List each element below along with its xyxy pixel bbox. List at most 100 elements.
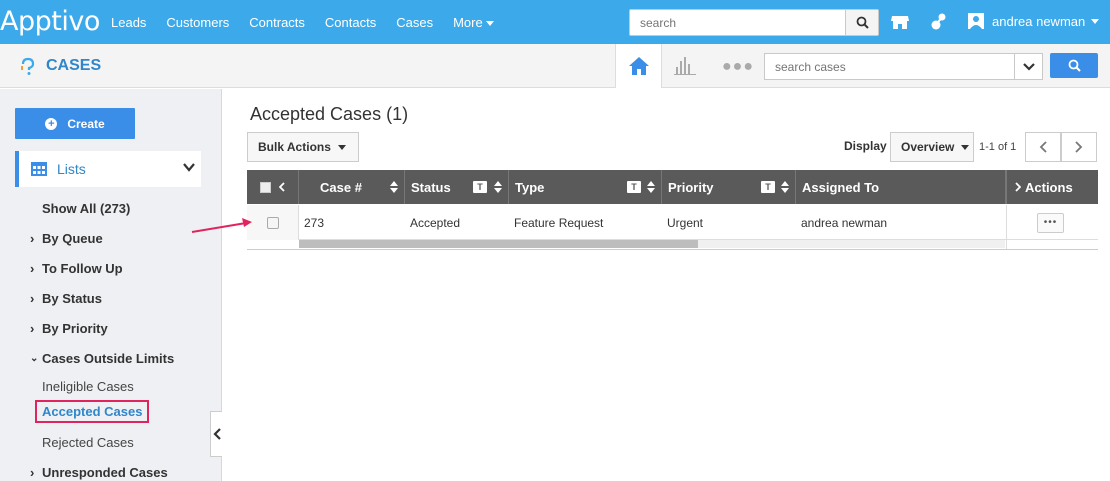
nav-contacts[interactable]: Contacts <box>325 15 376 30</box>
annotation-arrow <box>191 218 252 233</box>
sidebar-group-label: To Follow Up <box>42 261 123 276</box>
page-title: Accepted Cases (1) <box>250 104 409 124</box>
lists-section-header[interactable]: Lists <box>15 151 201 187</box>
cell-assigned-to: andrea newman <box>801 215 888 230</box>
sidebar-item-rejected-cases[interactable]: Rejected Cases <box>42 435 134 450</box>
row-actions-button[interactable]: ••• <box>1037 212 1064 233</box>
collapse-sidebar-button[interactable] <box>210 411 222 457</box>
table-row[interactable]: 273 Accepted Feature Request Urgent andr… <box>247 205 1098 240</box>
chevron-down-icon: ⌄ <box>30 353 39 364</box>
sidebar-group-unresponded-cases[interactable]: › Unresponded Cases <box>30 465 168 480</box>
column-header-type[interactable]: Type T <box>509 170 662 204</box>
caret-down-icon <box>337 144 346 150</box>
global-search-button[interactable] <box>845 10 878 35</box>
create-button-label: Create <box>67 116 105 131</box>
sidebar-group-by-queue[interactable]: › By Queue <box>30 231 103 246</box>
sort-icon[interactable] <box>494 181 502 193</box>
sidebar-item-ineligible-cases[interactable]: Ineligible Cases <box>42 379 134 394</box>
column-header-case-number[interactable]: Case # <box>299 170 405 204</box>
chevron-left-icon <box>1039 141 1047 153</box>
sidebar-group-label: Cases Outside Limits <box>42 351 175 366</box>
chevron-left-icon <box>212 428 221 440</box>
cell-actions: ••• <box>1037 205 1064 240</box>
bar-chart-icon <box>674 57 696 75</box>
column-header-priority[interactable]: Priority T <box>662 170 796 204</box>
bulk-actions-dropdown[interactable]: Bulk Actions <box>247 132 359 162</box>
scrollbar-thumb[interactable] <box>299 240 698 248</box>
sidebar-group-label: Unresponded Cases <box>42 465 168 480</box>
chevron-right-icon: › <box>30 321 35 336</box>
row-checkbox[interactable] <box>266 216 279 229</box>
prev-page-button[interactable] <box>1025 132 1061 162</box>
sidebar-show-all[interactable]: Show All (273) <box>42 201 130 216</box>
nav-contracts[interactable]: Contracts <box>249 15 305 30</box>
cell-status: Accepted <box>410 215 461 230</box>
actions-column-divider <box>1006 205 1007 249</box>
more-dots-icon[interactable]: ●●● <box>722 58 754 76</box>
store-icon[interactable] <box>889 11 911 33</box>
apps-icon[interactable] <box>928 11 950 33</box>
sidebar: + Create Lists Show All (273) › By Queue … <box>0 89 222 481</box>
select-all-checkbox[interactable] <box>260 181 271 193</box>
sidebar-group-label: By Status <box>42 291 102 306</box>
sidebar-group-label: By Priority <box>42 321 108 336</box>
app-header-bar: CASES ●●● <box>0 44 1110 88</box>
sidebar-group-cases-outside-limits[interactable]: ⌄ Cases Outside Limits <box>30 351 174 366</box>
filter-icon[interactable]: T <box>761 181 775 193</box>
caret-down-icon <box>961 144 970 150</box>
plus-icon: + <box>45 117 58 130</box>
header-select-cell <box>247 170 299 204</box>
chevron-right-icon: › <box>30 261 35 276</box>
chevron-right-icon: › <box>30 465 35 480</box>
apptivo-logo[interactable]: Apptivo <box>0 6 100 37</box>
global-search-box <box>629 9 879 36</box>
column-header-actions[interactable]: Actions <box>1006 170 1098 204</box>
cases-search-button[interactable] <box>1050 53 1098 78</box>
column-header-status[interactable]: Status T <box>405 170 509 204</box>
column-label: Case # <box>320 179 362 195</box>
sidebar-group-label: By Queue <box>42 231 103 246</box>
cell-priority: Urgent <box>667 215 704 230</box>
sort-icon[interactable] <box>647 181 655 193</box>
top-navigation-bar: Apptivo Leads Customers Contracts Contac… <box>0 0 1110 44</box>
chevron-down-icon <box>1091 18 1100 24</box>
chevron-left-icon[interactable] <box>279 182 285 192</box>
bulk-actions-label: Bulk Actions <box>258 140 331 154</box>
column-label: Status <box>411 179 451 195</box>
sort-icon[interactable] <box>390 181 398 193</box>
display-mode-select[interactable]: Overview <box>890 132 974 162</box>
chevron-right-icon: › <box>30 231 35 246</box>
sidebar-group-to-follow-up[interactable]: › To Follow Up <box>30 261 123 276</box>
nav-leads[interactable]: Leads <box>111 15 146 30</box>
column-label: Type <box>515 179 545 195</box>
table-header: Case # Status T Type T Priority T Assign… <box>247 170 1098 204</box>
lists-label: Lists <box>57 161 86 177</box>
sidebar-group-by-priority[interactable]: › By Priority <box>30 321 108 336</box>
next-page-button[interactable] <box>1061 132 1097 162</box>
nav-customers[interactable]: Customers <box>166 15 229 30</box>
reports-view-button[interactable] <box>674 55 696 78</box>
chevron-down-icon <box>183 163 195 172</box>
column-header-assigned-to[interactable]: Assigned To <box>796 170 1006 204</box>
horizontal-scrollbar[interactable] <box>299 240 1005 248</box>
cases-search-input[interactable] <box>765 54 1015 79</box>
column-label: Priority <box>668 179 714 195</box>
global-search-input[interactable] <box>630 10 846 35</box>
filter-icon[interactable]: T <box>627 181 641 193</box>
display-mode-value: Overview <box>901 140 955 154</box>
nav-cases[interactable]: Cases <box>396 15 433 30</box>
search-icon <box>856 16 869 29</box>
nav-more-dropdown[interactable]: More <box>453 15 494 30</box>
home-icon <box>628 57 649 75</box>
home-view-button[interactable] <box>615 44 662 88</box>
create-button[interactable]: + Create <box>15 108 135 139</box>
search-options-dropdown[interactable] <box>1014 54 1042 79</box>
cell-case-number[interactable]: 273 <box>304 205 324 240</box>
sort-icon[interactable] <box>781 181 789 193</box>
sidebar-item-accepted-cases[interactable]: Accepted Cases <box>35 400 150 423</box>
user-name: andrea newman <box>992 13 1086 29</box>
user-menu[interactable]: andrea newman <box>968 13 1100 29</box>
chevron-right-icon <box>1015 182 1021 192</box>
filter-icon[interactable]: T <box>473 181 487 193</box>
sidebar-group-by-status[interactable]: › By Status <box>30 291 102 306</box>
